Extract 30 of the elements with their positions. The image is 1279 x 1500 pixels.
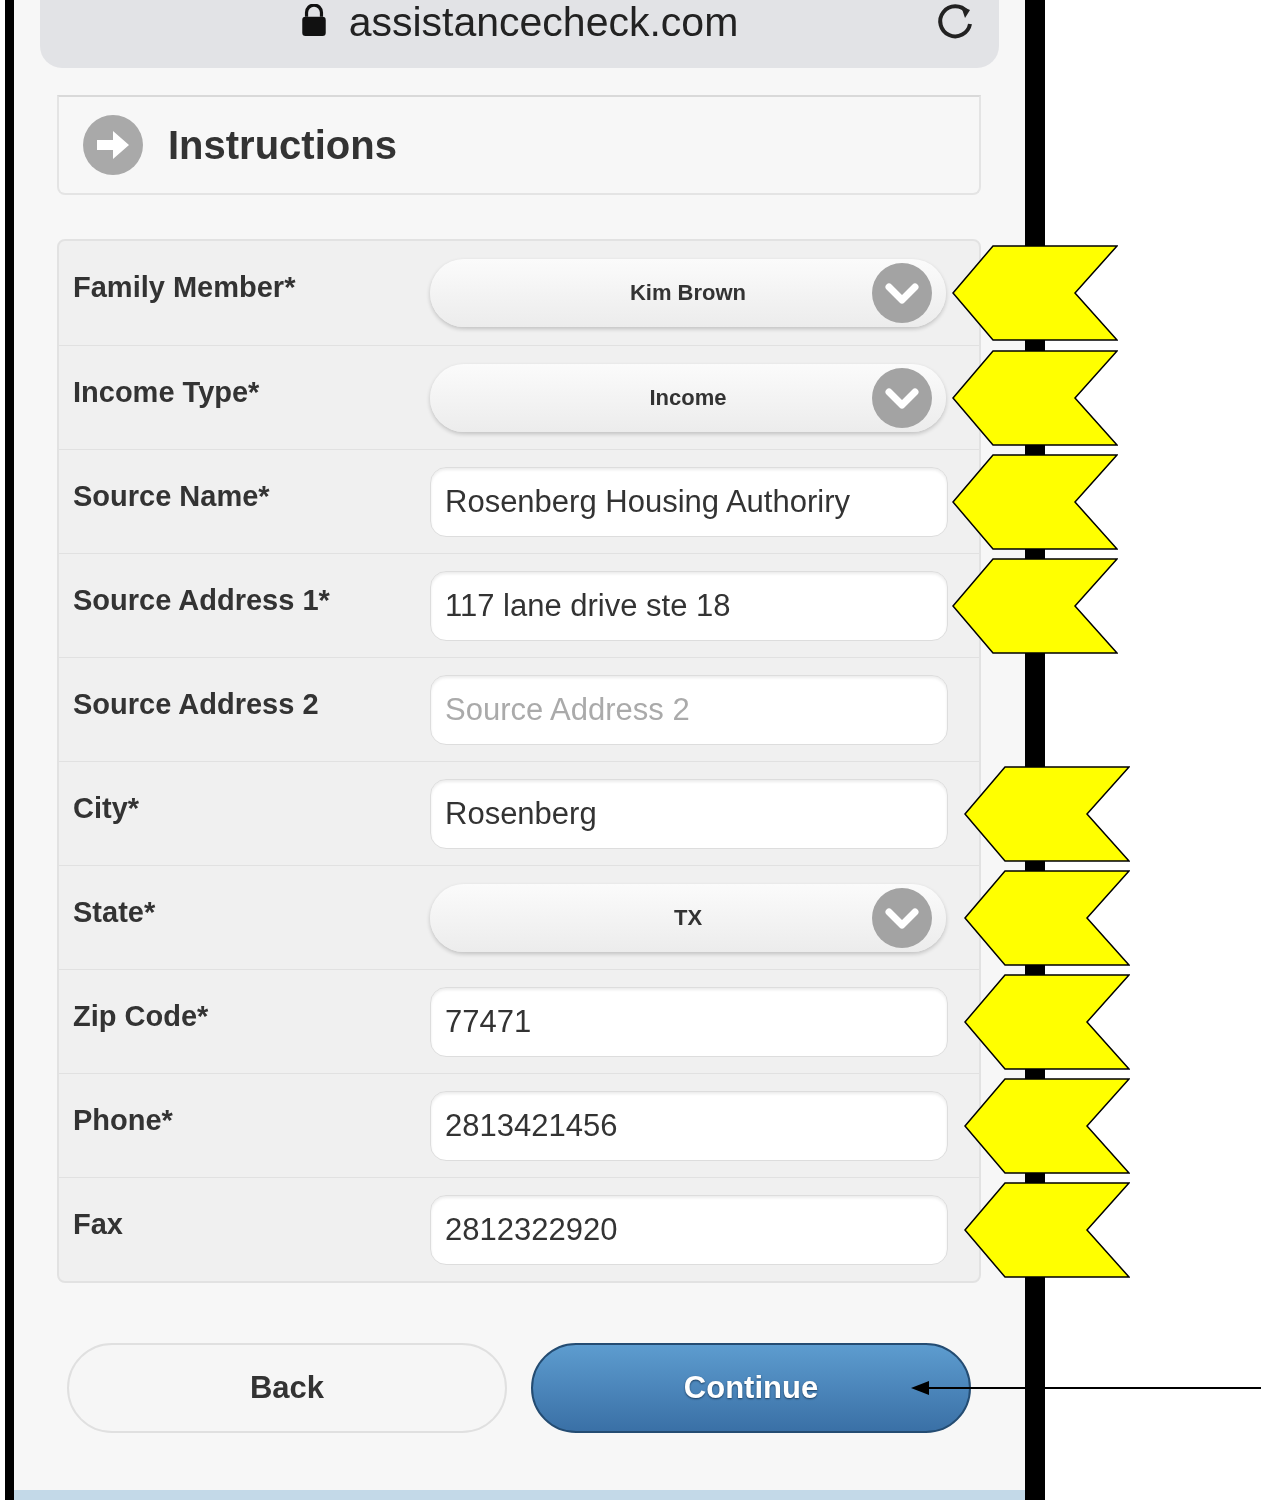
chevron-down-icon — [872, 263, 932, 323]
chevron-down-icon — [872, 367, 932, 428]
arrow-circle-icon — [83, 115, 143, 175]
url-text[interactable]: assistancecheck.com — [348, 0, 739, 44]
field-label: Income Type* — [72, 376, 261, 409]
field-label: Fax — [72, 1208, 124, 1241]
field-label: City* — [72, 792, 141, 825]
text-field[interactable]: 2813421456 — [430, 1090, 948, 1161]
field-label: Zip Code* — [72, 1000, 210, 1033]
back-button[interactable]: Back — [67, 1343, 507, 1433]
section-title: Instructions — [168, 122, 397, 168]
continue-button[interactable]: Continue — [531, 1343, 971, 1433]
text-field[interactable]: 77471 — [430, 986, 948, 1057]
text-field[interactable]: Rosenberg — [430, 778, 948, 849]
text-field[interactable]: Rosenberg Housing Authoriry — [430, 466, 948, 537]
field-label: Source Address 1* — [72, 584, 331, 617]
field-label: State* — [72, 896, 157, 929]
field-label: Source Address 2 — [72, 688, 320, 721]
text-field[interactable]: Source Address 2 — [430, 674, 948, 745]
instructions-header[interactable]: Instructions — [57, 95, 981, 195]
text-field[interactable]: 117 lane drive ste 18 — [430, 570, 948, 641]
text-field[interactable]: 2812322920 — [430, 1194, 948, 1265]
field-label: Family Member* — [72, 271, 297, 304]
select-dropdown[interactable]: Kim Brown — [430, 259, 946, 327]
select-dropdown[interactable]: TX — [430, 883, 946, 952]
field-label: Source Name* — [72, 480, 271, 513]
select-dropdown[interactable]: Income — [430, 363, 946, 432]
chevron-down-icon — [872, 887, 932, 948]
lock-icon — [300, 4, 327, 36]
field-label: Phone* — [72, 1104, 174, 1137]
